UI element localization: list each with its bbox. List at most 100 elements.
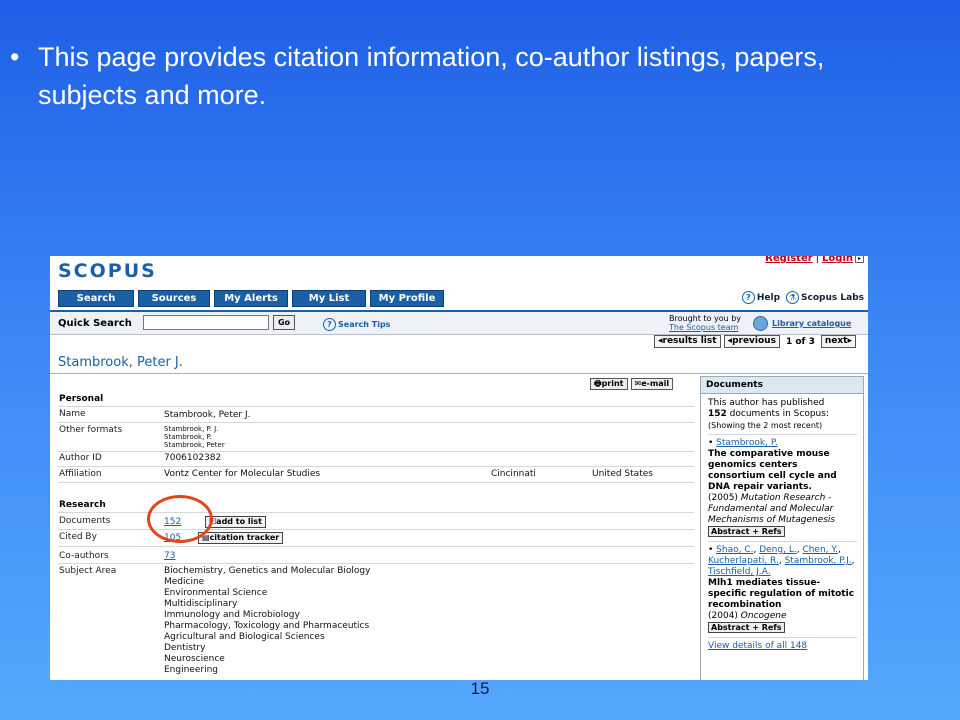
results-list-button[interactable]: ◂results list xyxy=(653,335,721,348)
tab-my-alerts[interactable]: My Alerts xyxy=(214,290,288,307)
row-divider xyxy=(58,546,694,547)
other-formats-list: Stambrook, P. J. Stambrook, P. Stambrook… xyxy=(164,425,225,449)
doc2-authors: • Shao, C., Deng, L., Chen, Y., Kucherla… xyxy=(708,545,855,577)
other-format-item: Stambrook, Peter xyxy=(164,441,225,449)
other-format-item: Stambrook, P. xyxy=(164,433,212,441)
library-catalogue-link[interactable]: Library catalogue xyxy=(772,319,851,328)
scopus-labs-link[interactable]: ⚗ Scopus Labs xyxy=(786,291,864,304)
doc-intro-suffix: documents in Scopus: xyxy=(726,409,829,419)
slide-page-number: 15 xyxy=(470,679,490,698)
bullet-marker: • xyxy=(10,42,20,72)
doc2-author-link[interactable]: Stambrook, P.J. xyxy=(785,556,852,566)
tab-my-profile[interactable]: My Profile xyxy=(370,290,444,307)
personal-heading: Personal xyxy=(59,394,104,404)
tab-my-list[interactable]: My List xyxy=(292,290,366,307)
affiliation-city: Cincinnati xyxy=(491,469,536,479)
documents-panel-heading: Documents xyxy=(701,377,863,394)
next-button[interactable]: next▸ xyxy=(820,335,856,348)
main-nav: Search Sources My Alerts My List My Prof… xyxy=(58,290,444,307)
doc2-author-link[interactable]: Deng, L. xyxy=(759,545,796,555)
scopus-logo: SCOPUS xyxy=(58,260,157,282)
brought-by-text: Brought to you by xyxy=(669,314,742,323)
abstract-refs-button[interactable]: Abstract + Refs xyxy=(708,622,785,633)
subject-item: Multidisciplinary xyxy=(164,599,238,609)
doc-total-count: 152 xyxy=(708,409,727,419)
doc2-title: Mlh1 mediates tissue-specific regulation… xyxy=(708,578,855,610)
name-value: Stambrook, Peter J. xyxy=(164,410,251,420)
email-label: e-mail xyxy=(641,379,670,388)
subject-item: Medicine xyxy=(164,577,205,587)
tab-sources[interactable]: Sources xyxy=(138,290,210,307)
slide-text: This page provides citation information,… xyxy=(38,42,825,110)
email-button[interactable]: ✉e-mail xyxy=(630,378,674,390)
row-divider xyxy=(58,482,694,483)
doc-intro-line: This author has published xyxy=(708,398,825,408)
doc2-author-link[interactable]: Chen, Y. xyxy=(802,545,838,555)
subject-item: Pharmacology, Toxicology and Pharmaceuti… xyxy=(164,621,370,631)
co-authors-label: Co-authors xyxy=(59,551,109,561)
row-divider xyxy=(58,422,694,423)
quick-search-label: Quick Search xyxy=(58,318,132,329)
subject-item: Agricultural and Biological Sciences xyxy=(164,632,325,642)
doc2-year: (2004) xyxy=(708,611,741,621)
search-tips-label: Search Tips xyxy=(338,320,391,329)
next-label: next xyxy=(824,336,848,346)
subject-area-list: Biochemistry, Genetics and Molecular Bio… xyxy=(164,566,370,676)
abstract-refs-button[interactable]: Abstract + Refs xyxy=(708,526,785,537)
help-label: Help xyxy=(756,293,781,303)
author-tools: 🖶print ✉e-mail xyxy=(590,378,674,390)
doc1-authors: • Stambrook, P. xyxy=(708,438,778,448)
print-label: print xyxy=(601,379,624,388)
doc-divider xyxy=(708,541,857,542)
title-divider xyxy=(50,373,868,374)
print-button[interactable]: 🖶print xyxy=(590,378,628,390)
go-button[interactable]: Go xyxy=(273,315,295,330)
row-divider xyxy=(58,406,694,407)
brought-by: Brought to you by The Scopus team xyxy=(669,314,741,332)
doc2-author-link[interactable]: Kucherlapati, R. xyxy=(708,556,779,566)
search-tips-link[interactable]: ? Search Tips xyxy=(323,318,390,331)
doc2-author-link[interactable]: Shao, C. xyxy=(716,545,753,555)
co-authors-link[interactable]: 73 xyxy=(164,551,175,562)
doc1-author-link[interactable]: Stambrook, P. xyxy=(716,438,778,448)
subject-area-label: Subject Area xyxy=(59,566,117,576)
affiliation-label: Affiliation xyxy=(59,469,102,479)
doc-divider xyxy=(708,434,857,435)
doc-intro-count: 152 documents in Scopus: xyxy=(708,409,857,420)
subject-item: Environmental Science xyxy=(164,588,268,598)
subject-item: Immunology and Microbiology xyxy=(164,610,300,620)
library-globe-icon xyxy=(753,316,768,331)
author-id-label: Author ID xyxy=(59,453,102,463)
page-indicator: 1 of 3 xyxy=(785,336,815,347)
previous-button[interactable]: ◂previous xyxy=(723,335,780,348)
doc1-year: (2005) xyxy=(708,493,741,503)
doc2-author-link[interactable]: Tischfield, J.A. xyxy=(708,567,771,577)
research-heading: Research xyxy=(59,500,106,510)
quick-search-input[interactable] xyxy=(143,315,269,330)
scopus-team-link[interactable]: The Scopus team xyxy=(669,323,741,332)
add-to-list-button[interactable]: ☑add to list xyxy=(205,516,266,528)
tab-search[interactable]: Search xyxy=(58,290,134,307)
row-divider xyxy=(58,451,694,452)
doc1-citation: (2005) Mutation Research - Fundamental a… xyxy=(708,493,857,526)
name-label: Name xyxy=(59,409,86,419)
view-all-documents-link[interactable]: View details of all 148 xyxy=(708,641,857,652)
labs-label: Scopus Labs xyxy=(801,293,864,303)
login-arrow-icon[interactable]: ▸ xyxy=(855,256,864,263)
quick-search-bar: Quick Search Go ? Search Tips Brought to … xyxy=(50,312,868,335)
author-id-value: 7006102382 xyxy=(164,453,222,463)
doc-divider xyxy=(708,637,857,638)
affiliation-country: United States xyxy=(592,469,653,479)
scopus-screenshot: SCOPUS Register | Login ▸ Search Sources My… xyxy=(50,256,868,680)
results-pager: ◂results list ◂previous 1 of 3 next▸ xyxy=(653,335,856,348)
help-link[interactable]: ? Help xyxy=(741,291,781,304)
citation-tracker-button[interactable]: ▤citation tracker xyxy=(198,532,284,544)
citation-tracker-label: citation tracker xyxy=(209,533,280,542)
row-divider xyxy=(58,563,694,564)
doc2-source: Oncogene xyxy=(740,611,787,621)
login-link[interactable]: Login xyxy=(822,256,853,264)
register-link[interactable]: Register xyxy=(765,256,813,264)
subject-item: Dentistry xyxy=(164,643,206,653)
other-formats-label: Other formats xyxy=(59,425,123,435)
add-to-list-label: add to list xyxy=(216,517,262,526)
